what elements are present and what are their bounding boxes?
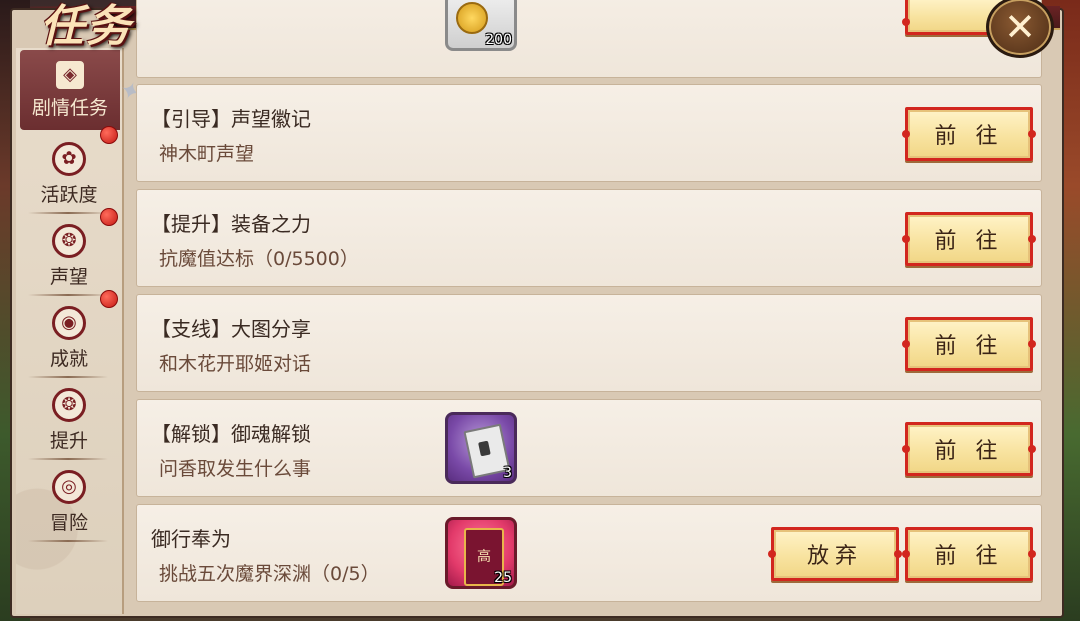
sidebar-item-label: 成就: [49, 347, 88, 370]
quest-title: 【支线】大图分享: [151, 317, 311, 341]
quest-description: 神木町声望: [159, 143, 255, 165]
quest-title: 【解锁】御魂解锁: [151, 422, 311, 446]
notification-dot: [100, 290, 118, 308]
reward-count: 200: [485, 32, 512, 48]
category-sidebar: ◈ 剧情任务 ✦ ✿ 活跃度 ❂ 声望 ◉ 成就 ❂ 提升 ◎ 冒险: [16, 48, 144, 614]
go-button[interactable]: 前 往: [902, 212, 1036, 266]
go-button[interactable]: 前 往: [902, 527, 1036, 581]
sidebar-item-adventure[interactable]: ◎ 冒险: [16, 462, 122, 542]
achievement-tomoe-icon: ◉: [52, 305, 86, 340]
divider: [28, 540, 108, 542]
divider: [28, 376, 108, 378]
activity-flower-icon: ✿: [52, 141, 86, 176]
divider: [28, 458, 108, 460]
go-button[interactable]: 前 往: [902, 422, 1036, 476]
quest-description: 问香取发生什么事: [159, 458, 312, 480]
sidebar-item-label: 冒险: [49, 511, 88, 534]
quest-description: 和木花开耶姬对话: [159, 353, 312, 375]
reward-count: 25: [494, 570, 512, 586]
sidebar-item-label: 声望: [49, 265, 88, 288]
quest-title: 【引导】声望徽记: [151, 107, 311, 131]
sidebar-item-reputation[interactable]: ❂ 声望: [16, 208, 122, 296]
go-button[interactable]: 前 往: [902, 317, 1036, 371]
quest-card: 200: [136, 0, 1042, 78]
coin-icon: [456, 2, 488, 34]
story-scroll-icon: ◈: [56, 60, 84, 89]
quest-card: 【支线】大图分享 和木花开耶姬对话 前 往: [136, 294, 1042, 392]
quest-title: 【提升】装备之力: [151, 212, 311, 236]
notification-dot: [100, 208, 118, 226]
reward-count: 3: [503, 465, 512, 481]
page-title: 任务: [0, 0, 160, 58]
sidebar-item-upgrade[interactable]: ❂ 提升: [16, 380, 122, 460]
divider: [28, 212, 108, 214]
divider: [28, 294, 108, 296]
reward-item[interactable]: 3: [445, 412, 517, 484]
reward-item[interactable]: 高 25: [445, 517, 517, 589]
quest-list[interactable]: 200 【引导】声望徽记 神木町声望 前 往 【提升】装备之力 抗魔值达标（0/…: [136, 0, 1044, 614]
sidebar-item-activity[interactable]: ✿ 活跃度: [16, 126, 122, 214]
go-button[interactable]: 前 往: [902, 107, 1036, 161]
quest-card: 【引导】声望徽记 神木町声望 前 往: [136, 84, 1042, 182]
sidebar-item-label: 剧情任务: [31, 96, 108, 119]
quest-description: 抗魔值达标（0/5500）: [159, 248, 359, 270]
reward-item[interactable]: 200: [445, 0, 517, 51]
quest-card: 【解锁】御魂解锁 问香取发生什么事 3 前 往: [136, 399, 1042, 497]
quest-card: 【提升】装备之力 抗魔值达标（0/5500） 前 往: [136, 189, 1042, 287]
quest-description: 挑战五次魔界深渊（0/5）: [159, 563, 380, 585]
quest-card: 御行奉为 挑战五次魔界深渊（0/5） 高 25 放弃 前 往: [136, 504, 1042, 602]
quest-title: 御行奉为: [151, 527, 231, 551]
sidebar-item-label: 活跃度: [40, 183, 98, 206]
sidebar-item-achievement[interactable]: ◉ 成就: [16, 290, 122, 378]
upgrade-emblem-icon: ❂: [52, 387, 86, 422]
notification-dot: [100, 126, 118, 144]
adventure-swirl-icon: ◎: [52, 469, 86, 504]
sidebar-item-story[interactable]: ◈ 剧情任务 ✦: [20, 50, 144, 130]
abandon-button[interactable]: 放弃: [768, 527, 902, 581]
reputation-emblem-icon: ❂: [52, 223, 86, 258]
sidebar-item-label: 提升: [49, 429, 88, 452]
